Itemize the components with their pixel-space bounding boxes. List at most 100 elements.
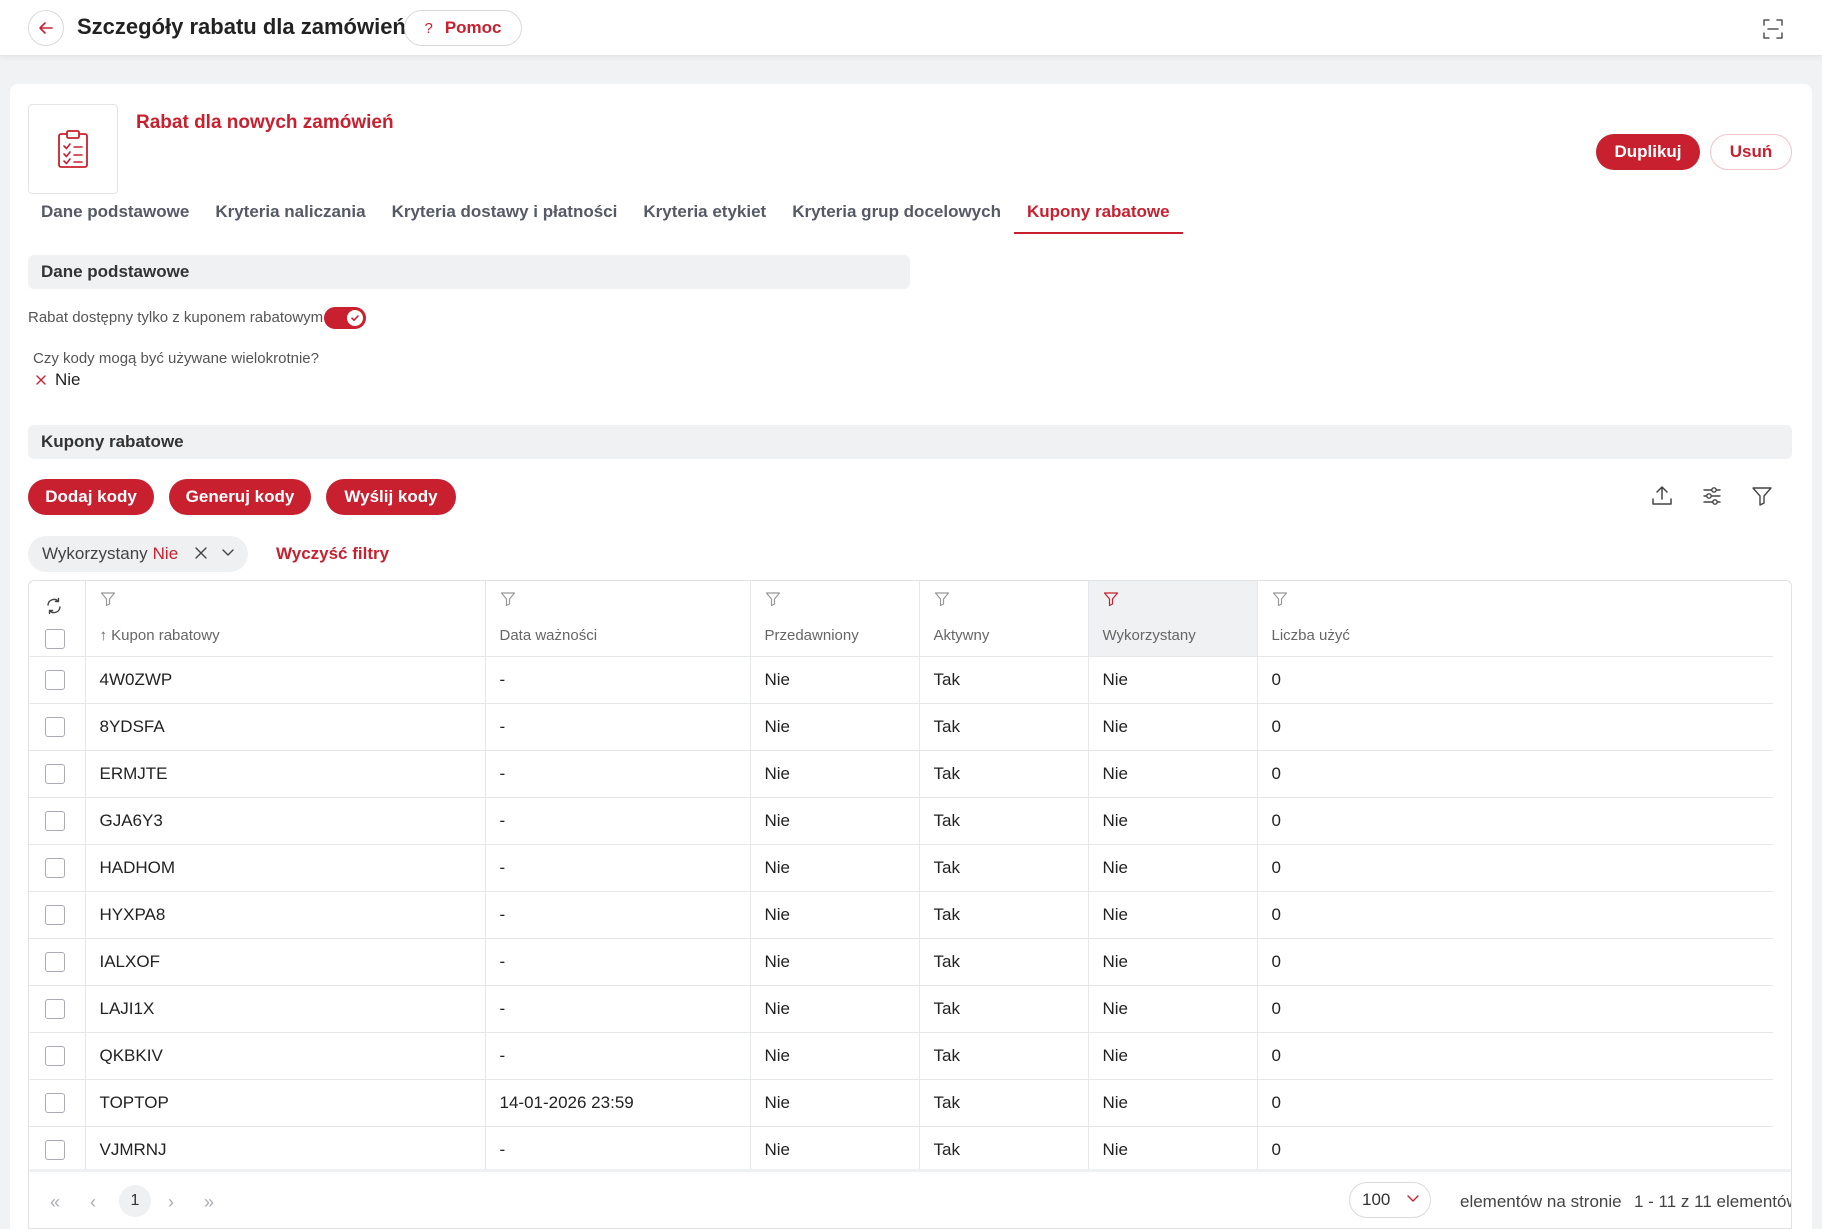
column-header-used[interactable]: Wykorzystany xyxy=(1088,581,1258,656)
cell-code: IALXOF xyxy=(85,937,486,985)
arrow-left-icon xyxy=(39,22,53,34)
table-row[interactable]: 4W0ZWP - Nie Tak Nie 0 xyxy=(29,655,1773,703)
table-row[interactable]: 8YDSFA - Nie Tak Nie 0 xyxy=(29,702,1773,750)
multi-use-answer: Nie xyxy=(35,370,81,390)
column-filter-icon[interactable] xyxy=(1272,591,1288,607)
row-select-cell xyxy=(29,984,86,1032)
row-checkbox[interactable] xyxy=(45,857,65,878)
table-row[interactable]: ERMJTE - Nie Tak Nie 0 xyxy=(29,749,1773,797)
row-select-cell xyxy=(29,1125,86,1173)
tab-delivery-payment-criteria[interactable]: Kryteria dostawy i płatności xyxy=(379,200,631,234)
tab-label-criteria[interactable]: Kryteria etykiet xyxy=(630,200,779,234)
cell-uses: 0 xyxy=(1257,1125,1773,1173)
column-filter-icon[interactable] xyxy=(934,591,950,607)
table-row[interactable]: VJMRNJ - Nie Tak Nie 0 xyxy=(29,1125,1773,1173)
column-header-uses[interactable]: Liczba użyć xyxy=(1257,581,1773,656)
column-label-uses: Liczba użyć xyxy=(1271,627,1350,644)
cell-uses: 0 xyxy=(1257,702,1773,750)
page-size-value: 100 xyxy=(1362,1190,1391,1209)
section-discount-coupons: Kupony rabatowe xyxy=(28,425,1792,459)
multi-use-answer-text: Nie xyxy=(55,370,81,389)
table-row[interactable]: TOPTOP 14-01-2026 23:59 Nie Tak Nie 0 xyxy=(29,1078,1773,1126)
row-select-cell xyxy=(29,702,86,750)
cell-expiry: - xyxy=(485,937,751,985)
page-title: Szczegóły rabatu dla zamówień xyxy=(77,14,406,39)
filter-chip-used[interactable]: Wykorzystany Nie xyxy=(28,536,248,572)
column-header-expired[interactable]: Przedawniony xyxy=(750,581,920,656)
back-button[interactable] xyxy=(28,10,64,46)
cell-used: Nie xyxy=(1088,984,1258,1032)
table-row[interactable]: IALXOF - Nie Tak Nie 0 xyxy=(29,937,1773,985)
row-checkbox[interactable] xyxy=(45,951,65,972)
coupon-only-toggle[interactable] xyxy=(324,307,366,329)
coupons-table: ↑ Kupon rabatowy Data ważności Przedawni… xyxy=(28,580,1792,1229)
row-select-cell xyxy=(29,937,86,985)
column-filter-icon[interactable] xyxy=(500,591,516,607)
prev-page-icon[interactable]: ‹ xyxy=(79,1188,107,1216)
cell-expiry: - xyxy=(485,749,751,797)
table-row[interactable]: GJA6Y3 - Nie Tak Nie 0 xyxy=(29,796,1773,844)
select-all-checkbox[interactable] xyxy=(45,629,65,649)
row-checkbox[interactable] xyxy=(45,669,65,690)
sliders-icon xyxy=(1703,487,1721,505)
next-page-icon[interactable]: › xyxy=(157,1188,185,1216)
row-select-cell xyxy=(29,843,86,891)
row-select-cell xyxy=(29,1031,86,1079)
column-label-code: ↑ Kupon rabatowy xyxy=(99,627,220,644)
export-button[interactable] xyxy=(1646,480,1678,512)
delete-button[interactable]: Usuń xyxy=(1710,134,1792,170)
duplicate-button[interactable]: Duplikuj xyxy=(1596,134,1700,170)
send-codes-button[interactable]: Wyślij kody xyxy=(326,479,456,515)
table-row[interactable]: HYXPA8 - Nie Tak Nie 0 xyxy=(29,890,1773,938)
cell-used: Nie xyxy=(1088,655,1258,703)
cell-expiry: - xyxy=(485,1125,751,1173)
column-header-code[interactable]: ↑ Kupon rabatowy xyxy=(85,581,486,656)
refresh-icon[interactable] xyxy=(45,597,63,615)
column-filter-icon[interactable] xyxy=(100,591,116,607)
row-checkbox[interactable] xyxy=(45,1092,65,1113)
per-page-label: elementów na stronie xyxy=(1460,1192,1622,1211)
clear-filters-link[interactable]: Wyczyść filtry xyxy=(276,544,389,564)
column-filter-active-icon[interactable] xyxy=(1103,591,1119,607)
row-checkbox[interactable] xyxy=(45,763,65,784)
table-row[interactable]: HADHOM - Nie Tak Nie 0 xyxy=(29,843,1773,891)
cell-active: Tak xyxy=(919,890,1089,938)
row-checkbox[interactable] xyxy=(45,1045,65,1066)
tab-basic-data[interactable]: Dane podstawowe xyxy=(28,200,202,234)
cell-active: Tak xyxy=(919,655,1089,703)
row-select-cell xyxy=(29,1078,86,1126)
last-page-icon[interactable]: » xyxy=(195,1188,223,1216)
add-codes-button[interactable]: Dodaj kody xyxy=(28,479,154,515)
table-row[interactable]: LAJI1X - Nie Tak Nie 0 xyxy=(29,984,1773,1032)
page-size-select[interactable]: 100 xyxy=(1349,1182,1431,1218)
row-checkbox[interactable] xyxy=(45,810,65,831)
row-checkbox[interactable] xyxy=(45,1139,65,1160)
columns-settings-button[interactable] xyxy=(1696,480,1728,512)
filter-button[interactable] xyxy=(1746,480,1778,512)
cross-icon xyxy=(36,375,46,385)
table-row[interactable]: QKBKIV - Nie Tak Nie 0 xyxy=(29,1031,1773,1079)
tab-calculation-criteria[interactable]: Kryteria naliczania xyxy=(202,200,378,234)
row-checkbox[interactable] xyxy=(45,716,65,737)
column-header-expiry[interactable]: Data ważności xyxy=(485,581,751,656)
generate-codes-button[interactable]: Generuj kody xyxy=(169,479,311,515)
cell-uses: 0 xyxy=(1257,655,1773,703)
column-label-expiry: Data ważności xyxy=(499,627,598,644)
fullscreen-button[interactable] xyxy=(1758,14,1788,44)
column-filter-icon[interactable] xyxy=(765,591,781,607)
clipboard-checklist-icon xyxy=(58,130,88,168)
row-checkbox[interactable] xyxy=(45,904,65,925)
row-checkbox[interactable] xyxy=(45,998,65,1019)
cell-expired: Nie xyxy=(750,655,920,703)
cell-active: Tak xyxy=(919,1078,1089,1126)
chevron-down-icon[interactable] xyxy=(221,548,235,558)
remove-filter-icon[interactable] xyxy=(194,546,208,560)
cell-expired: Nie xyxy=(750,796,920,844)
column-header-active[interactable]: Aktywny xyxy=(919,581,1089,656)
tab-target-group-criteria[interactable]: Kryteria grup docelowych xyxy=(779,200,1014,234)
first-page-icon[interactable]: « xyxy=(41,1188,69,1216)
cell-used: Nie xyxy=(1088,1078,1258,1126)
tab-discount-coupons[interactable]: Kupony rabatowe xyxy=(1013,200,1183,234)
current-page-button[interactable]: 1 xyxy=(119,1185,151,1217)
help-button[interactable]: ? Pomoc xyxy=(404,10,522,46)
